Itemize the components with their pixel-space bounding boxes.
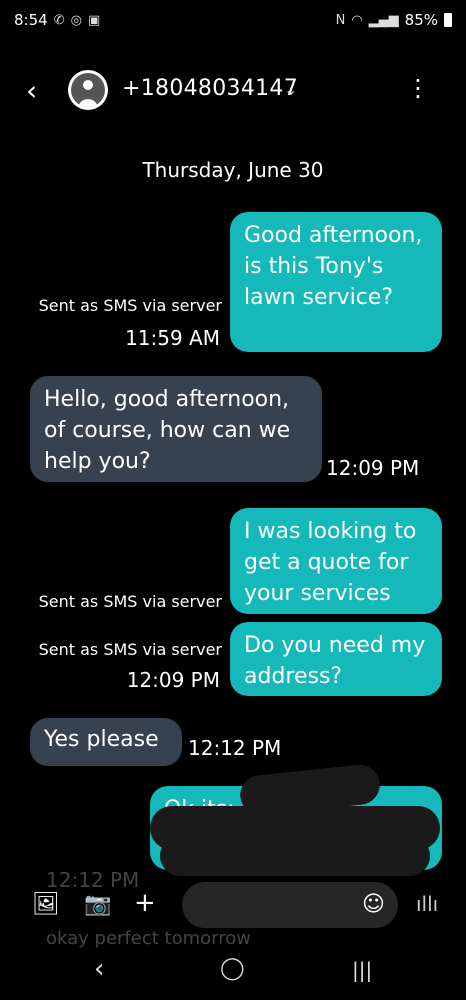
- emoji-icon[interactable]: ☺: [362, 892, 385, 917]
- home-nav-icon[interactable]: ◯: [220, 956, 245, 981]
- nfc-icon: N: [335, 12, 346, 28]
- message-time: 11:59 AM: [125, 326, 220, 350]
- battery-icon: [444, 13, 452, 27]
- redaction-scribble: [160, 836, 430, 876]
- recents-nav-icon[interactable]: |||: [352, 958, 372, 982]
- message-time: 12:09 PM: [126, 668, 220, 692]
- outgoing-message[interactable]: Good afternoon, is this Tony's lawn serv…: [230, 212, 442, 352]
- message-meta: Sent as SMS via server: [38, 592, 222, 611]
- conversation-header: ‹ +18048034147 ⌄ ⋮: [0, 64, 466, 118]
- contact-name[interactable]: +18048034147: [122, 76, 298, 101]
- message-composer: 🖼 📷 + ☺ ıllı: [0, 876, 466, 936]
- voice-icon[interactable]: ıllı: [416, 892, 438, 916]
- status-right: N ◠ ▂▄▆ 85%: [336, 11, 452, 29]
- outgoing-message[interactable]: Do you need my address?: [230, 622, 442, 696]
- chevron-down-icon[interactable]: ⌄: [284, 80, 297, 99]
- message-meta: Sent as SMS via server: [38, 296, 222, 315]
- status-time: 8:54: [14, 11, 48, 29]
- status-bar: 8:54 ✆ ◎ ▣ N ◠ ▂▄▆ 85%: [0, 0, 466, 40]
- message-time: 12:09 PM: [326, 456, 420, 480]
- more-vertical-icon[interactable]: ⋮: [406, 76, 430, 100]
- nfc-scan-icon: ◎: [70, 12, 82, 28]
- camera-icon[interactable]: 📷: [84, 892, 111, 917]
- battery-percent: 85%: [404, 11, 438, 29]
- avatar[interactable]: [68, 70, 108, 110]
- back-nav-icon[interactable]: ‹: [94, 954, 104, 984]
- back-arrow-icon[interactable]: ‹: [26, 74, 37, 107]
- date-separator: Thursday, June 30: [142, 158, 324, 182]
- incoming-message[interactable]: Hello, good afternoon, of course, how ca…: [30, 376, 322, 482]
- signal-icon: ▂▄▆: [368, 12, 399, 28]
- whatsapp-icon: ✆: [53, 12, 65, 28]
- incoming-message[interactable]: Yes please: [30, 718, 182, 766]
- wifi-icon: ◠: [351, 12, 363, 28]
- gallery-icon[interactable]: 🖼: [32, 892, 60, 917]
- gallery-icon: ▣: [87, 12, 101, 28]
- add-icon[interactable]: +: [134, 888, 156, 918]
- status-left: 8:54 ✆ ◎ ▣: [14, 11, 100, 29]
- message-meta: Sent as SMS via server: [38, 640, 222, 659]
- message-time: 12:12 PM: [188, 736, 282, 760]
- person-icon: [71, 73, 105, 107]
- outgoing-message[interactable]: I was looking to get a quote for your se…: [230, 508, 442, 614]
- navigation-bar: ‹ ◯ |||: [0, 940, 466, 1000]
